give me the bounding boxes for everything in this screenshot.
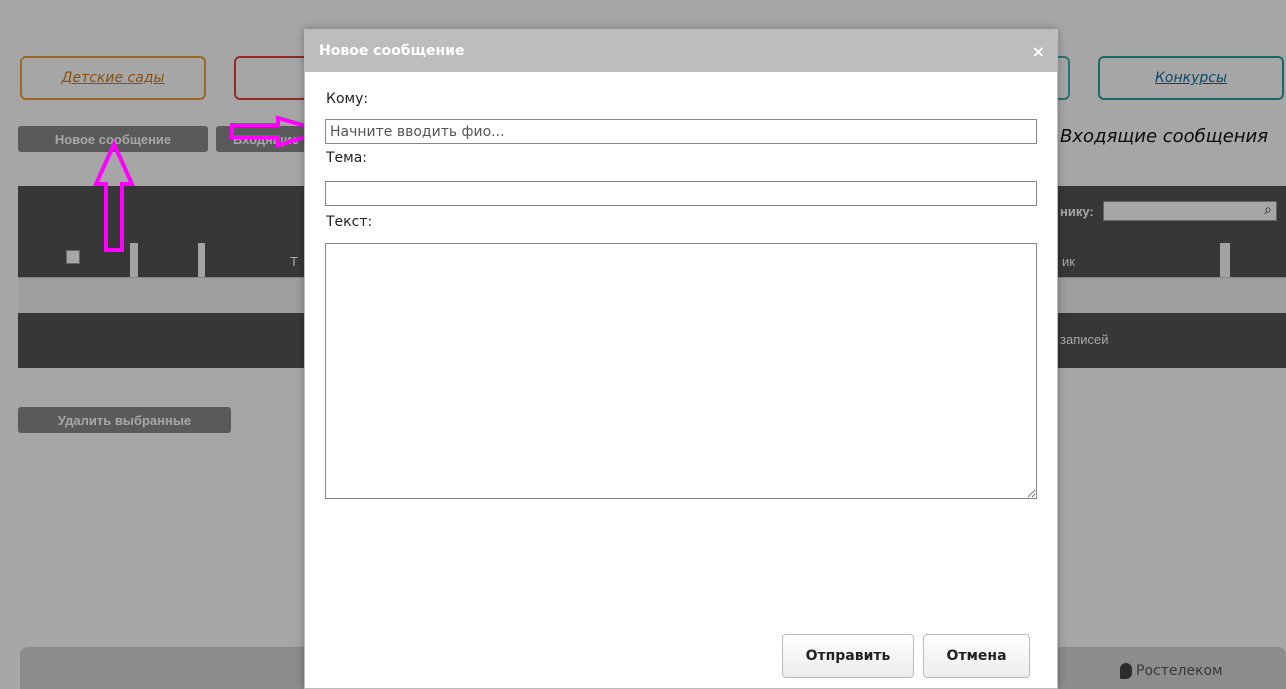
message-textarea[interactable] bbox=[325, 243, 1037, 499]
close-icon[interactable]: × bbox=[1032, 42, 1045, 61]
recipient-input[interactable] bbox=[325, 119, 1037, 144]
subject-label: Тема: bbox=[326, 150, 368, 166]
to-label: Кому: bbox=[326, 91, 369, 107]
text-label: Текст: bbox=[326, 214, 373, 230]
dialog-title-bar: Новое сообщение × bbox=[305, 30, 1057, 72]
subject-input[interactable] bbox=[325, 181, 1037, 206]
annotation-up-arrow-icon bbox=[92, 140, 136, 252]
new-message-dialog: Новое сообщение × Кому: Тема: Текст: Отп… bbox=[304, 29, 1058, 689]
cancel-button[interactable]: Отмена bbox=[923, 634, 1030, 678]
send-button[interactable]: Отправить bbox=[782, 634, 914, 678]
dialog-title: Новое сообщение bbox=[319, 43, 465, 59]
